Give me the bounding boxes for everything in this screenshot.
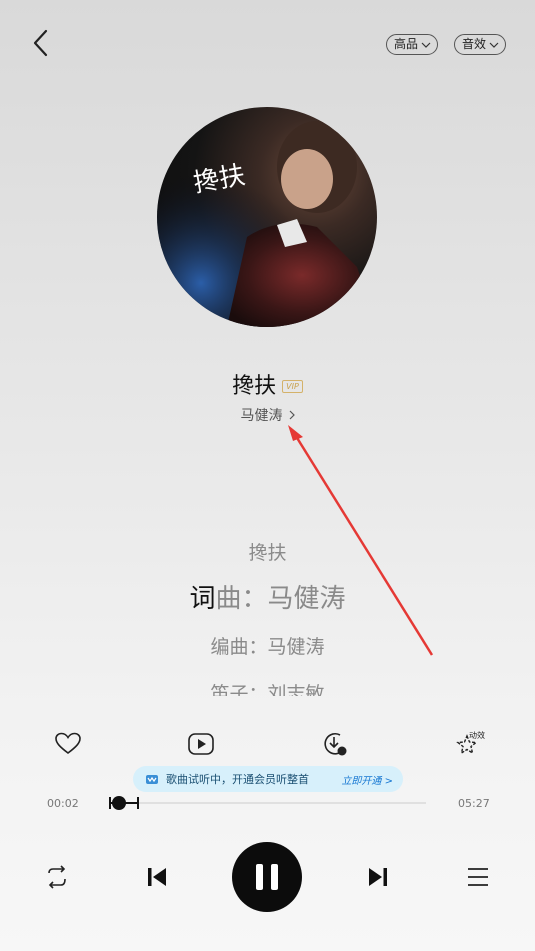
chevron-left-icon [33,29,48,57]
effect-button[interactable]: 动效 [455,730,489,758]
video-play-icon [188,733,214,755]
star-sparkle-icon: 动效 [456,730,485,755]
effect-button-label: 动效 [469,730,485,740]
pause-button[interactable] [232,842,302,912]
heart-icon [55,732,81,755]
album-cover[interactable]: 搀扶 [157,107,377,327]
open-membership-link[interactable]: 立即开通 > [341,772,393,787]
lyric-line-current: 词曲：马健涛 [0,578,535,615]
progress-track[interactable] [110,802,426,804]
quality-label: 高品 [394,37,419,51]
lyric-line: 笛子：刘志敏 [210,683,325,696]
trial-banner[interactable]: 歌曲试听中，开通会员听整首 立即开通 > [133,766,403,792]
effect-label: 音效 [462,37,487,51]
download-icon [324,732,347,756]
pause-icon [256,864,263,890]
artist-name: 马健涛 [240,408,283,424]
trial-text: 歌曲试听中，开通会员听整首 [166,773,309,786]
song-title: 搀扶 [232,374,277,399]
artist-link[interactable]: 马健涛 [0,405,535,425]
like-button[interactable] [54,730,82,758]
download-button[interactable] [321,730,349,758]
pause-icon [271,864,278,890]
skip-previous-icon [148,868,166,886]
quality-selector[interactable]: 高品 [386,34,439,55]
lyric-line: 搀扶 [248,542,287,564]
trial-start-marker [109,797,111,809]
previous-button[interactable] [144,864,170,894]
song-title-row: 搀扶 VIP [0,368,535,400]
lyric-rest: 曲：马健涛 [215,584,346,614]
menu-list-icon [468,868,488,886]
vip-badge: VIP [282,379,303,393]
album-art: 搀扶 [157,107,377,327]
back-button[interactable] [30,28,54,58]
lyric-highlight: 词 [189,584,216,614]
repeat-mode-button[interactable] [44,864,70,894]
vip-crown-icon [146,775,158,784]
repeat-icon [48,865,66,889]
current-time: 00:02 [47,797,79,810]
lyric-line: 编曲：马健涛 [210,636,325,658]
playlist-button[interactable] [466,864,490,894]
effect-selector[interactable]: 音效 [454,34,507,55]
progress-thumb[interactable] [112,796,126,810]
video-button[interactable] [187,730,215,758]
total-time: 05:27 [458,797,490,810]
chevron-down-icon [489,42,499,48]
trial-end-marker [137,797,139,809]
next-button[interactable] [365,864,391,894]
chevron-down-icon [421,42,431,48]
skip-next-icon [369,868,387,886]
chevron-right-icon [289,410,295,420]
